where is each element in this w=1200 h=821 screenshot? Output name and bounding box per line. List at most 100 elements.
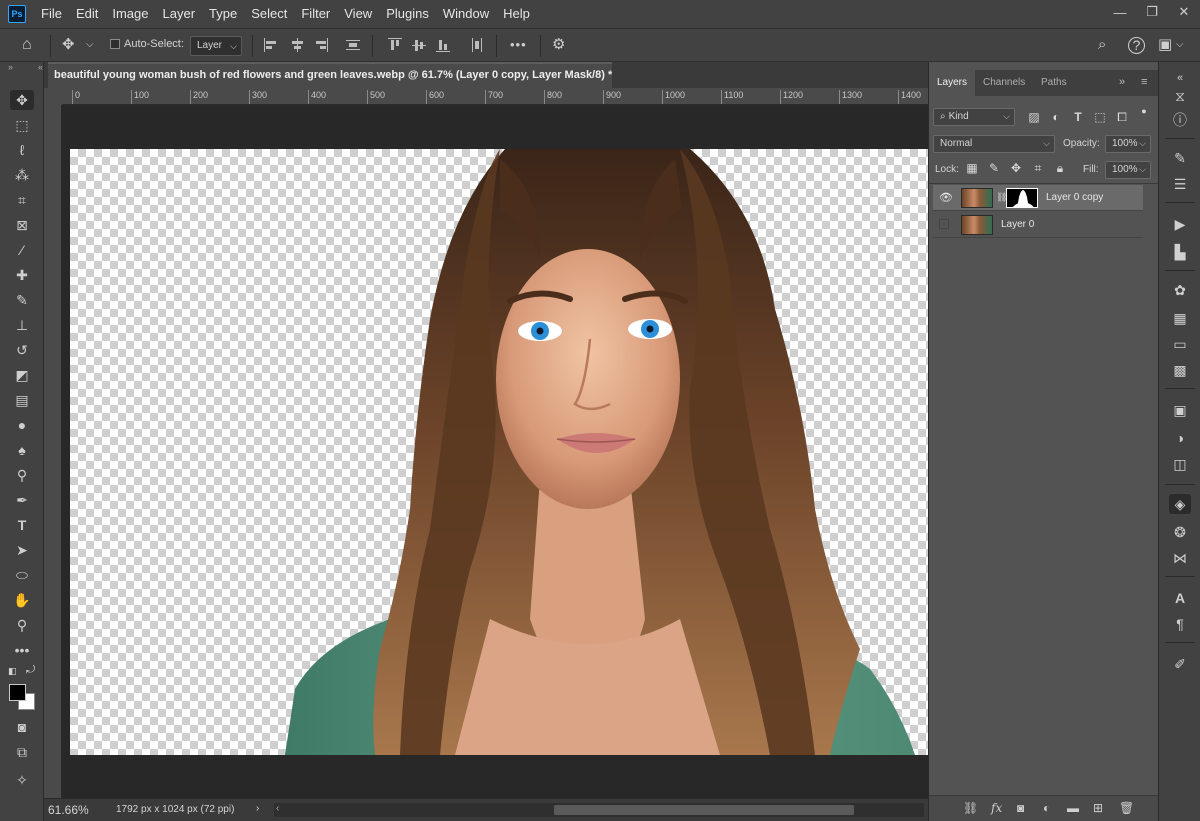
clone-stamp-icon[interactable]: ⊥ <box>10 315 34 335</box>
menu-help[interactable]: Help <box>496 0 537 28</box>
swap-colors-icon[interactable]: ⤾ <box>26 664 35 677</box>
character-icon[interactable]: A <box>1169 588 1191 608</box>
visibility-toggle-empty[interactable] <box>939 219 949 229</box>
brush-settings-icon[interactable]: ✎ <box>1169 148 1191 168</box>
new-group-icon[interactable]: ▬ <box>1067 801 1079 815</box>
ellipse-icon[interactable]: ⬭ <box>10 565 34 585</box>
move-tool-icon[interactable]: ✥ <box>62 36 75 54</box>
trash-icon[interactable]: 🗑︎ <box>1119 801 1134 815</box>
eyedropper-icon[interactable]: ⁄ <box>10 240 34 260</box>
layer-name[interactable]: Layer 0 <box>1001 219 1034 230</box>
menu-plugins[interactable]: Plugins <box>379 0 436 28</box>
checkbox-box[interactable] <box>110 39 120 49</box>
align-bottom-edges-icon[interactable] <box>436 38 450 52</box>
collapse-panel-icon[interactable]: » <box>1119 76 1125 88</box>
foreground-color-swatch[interactable] <box>9 684 26 701</box>
generative-icon[interactable]: ✧ <box>10 770 34 790</box>
menu-edit[interactable]: Edit <box>69 0 105 28</box>
actions-play-icon[interactable]: ▶ <box>1169 214 1191 234</box>
layers-stack-icon[interactable]: ◈ <box>1169 494 1191 514</box>
lock-transparent-icon[interactable]: ▦ <box>965 161 979 175</box>
shape-filter-icon[interactable]: ⬚ <box>1093 110 1107 124</box>
auto-select-checkbox[interactable]: Auto-Select: <box>110 38 184 50</box>
new-layer-icon[interactable]: ⊞ <box>1093 801 1103 815</box>
distribute-horizontal-icon[interactable] <box>470 38 484 52</box>
tool-presets-icon[interactable]: ▙ <box>1169 242 1191 262</box>
more-options-icon[interactable]: ••• <box>510 36 527 54</box>
fx-icon[interactable]: fx <box>991 801 1002 815</box>
tab-paths[interactable]: Paths <box>1033 70 1075 96</box>
history-icon[interactable]: ⧖ <box>1169 86 1191 106</box>
menu-select[interactable]: Select <box>244 0 294 28</box>
opacity-input[interactable]: 100% <box>1105 135 1151 153</box>
layer-thumbnail[interactable] <box>961 188 993 208</box>
type-icon[interactable]: T <box>10 515 34 535</box>
libraries-icon[interactable]: ▣ <box>1169 400 1191 420</box>
document-tab[interactable]: beautiful young woman bush of red flower… <box>48 62 612 88</box>
align-horizontal-centers-icon[interactable] <box>290 38 304 52</box>
tab-channels[interactable]: Channels <box>975 70 1033 96</box>
swatches-grid-icon[interactable]: ▦ <box>1169 308 1191 328</box>
zoom-level[interactable]: 61.66% <box>48 803 89 817</box>
layer-row-layer-0[interactable]: Layer 0 <box>933 212 1143 238</box>
default-colors-icon[interactable]: ◧ <box>8 666 17 677</box>
align-vertical-centers-icon[interactable] <box>412 38 426 52</box>
filter-toggle-icon[interactable]: ● <box>1137 106 1151 116</box>
lock-position-icon[interactable]: ✥ <box>1009 161 1023 175</box>
menu-layer[interactable]: Layer <box>156 0 203 28</box>
search-icon[interactable]: ⌕ <box>1098 36 1106 54</box>
tab-layers[interactable]: Layers <box>929 70 976 96</box>
paths-icon[interactable]: ⋈ <box>1169 548 1191 568</box>
adjustments-icon[interactable]: ◑ <box>1169 428 1191 448</box>
paragraph-icon[interactable]: ¶ <box>1169 614 1191 634</box>
quick-mask-icon[interactable]: ◙ <box>10 717 34 737</box>
auto-select-target-dropdown[interactable]: Layer ⌵ <box>190 36 242 56</box>
home-icon[interactable]: ⌂ <box>22 36 32 54</box>
edit-toolbar-icon[interactable]: ••• <box>10 640 34 660</box>
collapse-toolbar-icon[interactable]: » <box>8 62 13 72</box>
canvas-workspace[interactable] <box>62 105 928 798</box>
menu-file[interactable]: File <box>34 0 69 28</box>
lasso-icon[interactable]: ℓ <box>10 140 34 160</box>
align-right-edges-icon[interactable] <box>314 38 328 52</box>
gradients-icon[interactable]: ▭ <box>1169 334 1191 354</box>
screen-mode-icon[interactable]: ⧉ <box>10 742 34 762</box>
workspace-icon[interactable]: ▣ <box>1158 36 1172 54</box>
pixel-filter-icon[interactable]: ▨ <box>1027 110 1041 124</box>
restore-button[interactable]: ❐ <box>1136 0 1168 24</box>
hand-icon[interactable]: ✋ <box>10 590 34 610</box>
align-left-edges-icon[interactable] <box>264 38 278 52</box>
blend-mode-dropdown[interactable]: Normal <box>933 135 1055 153</box>
pen-icon[interactable]: ✒ <box>10 490 34 510</box>
eraser-icon[interactable]: ◩ <box>10 365 34 385</box>
brush-icon[interactable]: ✎ <box>10 290 34 310</box>
history-brush-icon[interactable]: ↺ <box>10 340 34 360</box>
move-tool-icon[interactable]: ✥ <box>10 90 34 110</box>
object-selection-icon[interactable]: ⁂ <box>10 165 34 185</box>
lock-all-icon[interactable]: 🔒︎ <box>1053 161 1067 176</box>
layer-mask-thumbnail[interactable] <box>1006 188 1038 208</box>
layer-row-layer-0-copy[interactable]: 👁︎ ⛓︎ Layer 0 copy <box>933 185 1143 211</box>
lock-image-icon[interactable]: ✎ <box>987 161 1001 175</box>
lock-artboard-icon[interactable]: ⌗ <box>1031 161 1045 176</box>
frame-icon[interactable]: ⊠ <box>10 215 34 235</box>
distribute-vertical-icon[interactable] <box>346 38 360 52</box>
vertical-ruler[interactable] <box>44 105 62 798</box>
add-mask-icon[interactable]: ◙ <box>1017 801 1024 815</box>
menu-image[interactable]: Image <box>105 0 155 28</box>
link-layers-icon[interactable]: ⛓︎ <box>963 801 978 815</box>
crop-icon[interactable]: ⌗ <box>10 190 34 210</box>
fill-input[interactable]: 100% <box>1105 161 1151 179</box>
menu-type[interactable]: Type <box>202 0 244 28</box>
zoom-icon[interactable]: ⚲ <box>10 615 34 635</box>
properties-sliders-icon[interactable]: ☰ <box>1169 174 1191 194</box>
document-canvas[interactable] <box>70 149 928 755</box>
burn-icon[interactable]: ⚲ <box>10 465 34 485</box>
horizontal-ruler[interactable]: 0 100 200 300 400 500 600 700 800 900 10… <box>62 88 928 105</box>
expand-panels-icon[interactable]: « <box>38 62 43 72</box>
smart-object-filter-icon[interactable]: ⧠ <box>1115 110 1129 125</box>
info-icon[interactable]: ⓘ <box>1169 110 1191 130</box>
channels-icon[interactable]: ❂ <box>1169 522 1191 542</box>
scrollbar-thumb[interactable] <box>554 805 854 815</box>
healing-brush-icon[interactable]: ✚ <box>10 265 34 285</box>
